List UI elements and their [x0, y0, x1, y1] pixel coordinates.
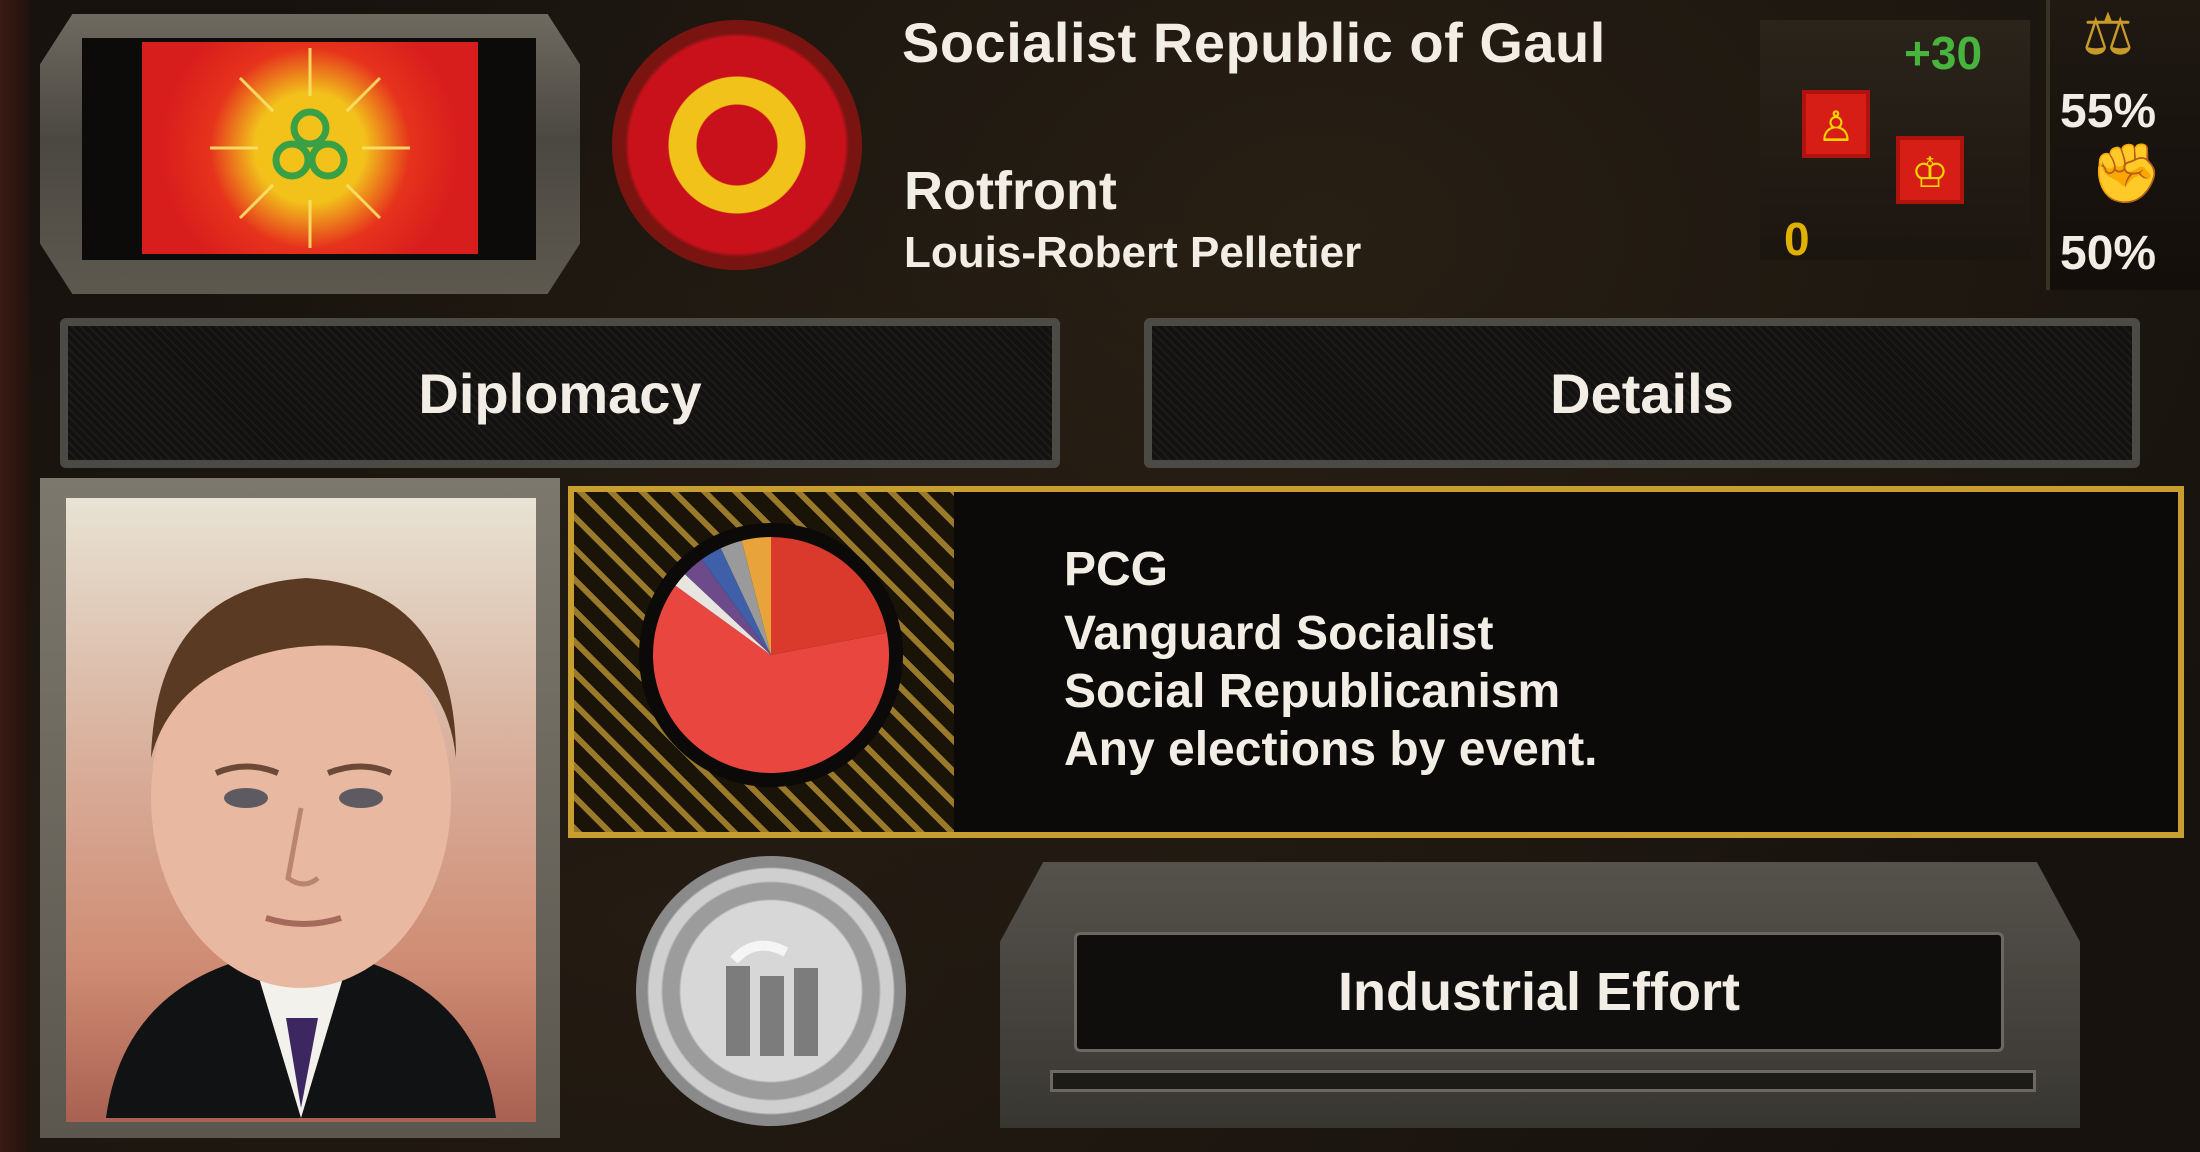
- tab-diplomacy[interactable]: Diplomacy: [60, 318, 1060, 468]
- secondary-ideology-icon[interactable]: ♔: [1896, 136, 1964, 204]
- factory-icon: [726, 940, 818, 1056]
- leader-portrait[interactable]: [66, 498, 536, 1122]
- ruling-ideology-icon[interactable]: ♙: [1802, 90, 1870, 158]
- war-support-icon: ✊: [2090, 141, 2163, 206]
- political-power-gain: +30: [1904, 27, 1983, 79]
- tab-details[interactable]: Details: [1144, 318, 2140, 468]
- industrial-effort-button[interactable]: Industrial Effort: [1074, 932, 2004, 1052]
- leader-name: Louis-Robert Pelletier: [904, 228, 1362, 277]
- leader-portrait-image: [106, 578, 496, 1118]
- party-cockade: [612, 20, 862, 270]
- triskele-emblem-icon: [210, 48, 410, 248]
- scales-icon: ⚖: [2082, 2, 2134, 67]
- party-popularity-pie-chart[interactable]: [636, 520, 906, 790]
- window-edge: [0, 0, 30, 1152]
- ruling-party-name: Rotfront: [904, 161, 1117, 221]
- industrial-effort-progress-bar: [1050, 1070, 2036, 1092]
- country-flag[interactable]: [142, 42, 478, 254]
- command-power-value: 0: [1784, 213, 1810, 265]
- party-short-name: PCG: [1064, 543, 1169, 596]
- stability-percent: 55%: [2060, 85, 2157, 138]
- government-type: Social Republicanism: [1064, 665, 1561, 718]
- country-name: Socialist Republic of Gaul: [902, 11, 1606, 74]
- election-rule: Any elections by event.: [1064, 723, 1598, 776]
- party-ideology: Vanguard Socialist: [1064, 607, 1494, 660]
- war-support-percent: 50%: [2060, 227, 2157, 280]
- factory-gear-icon: [636, 856, 906, 1126]
